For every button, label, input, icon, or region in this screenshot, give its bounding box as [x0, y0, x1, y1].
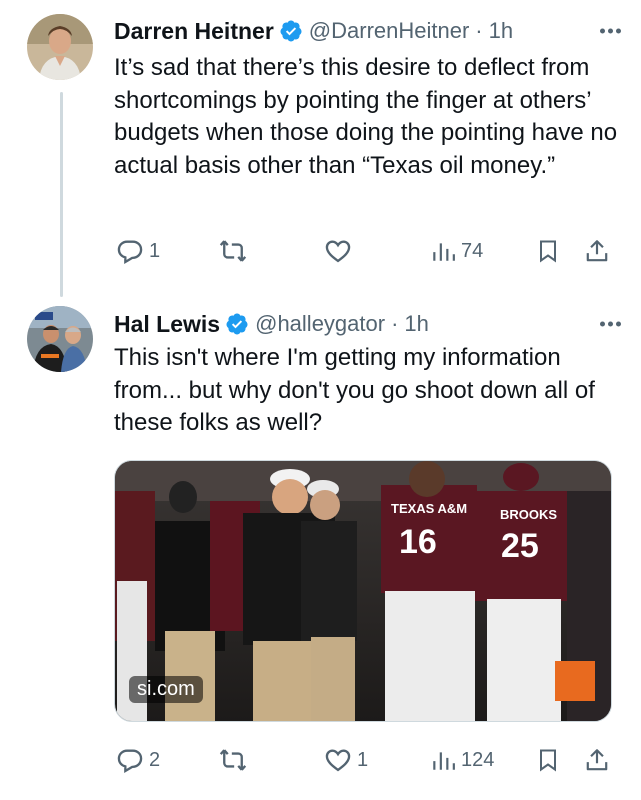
retweet-button[interactable] — [218, 234, 253, 268]
reply-icon — [117, 240, 143, 265]
views-button[interactable]: 124 — [430, 743, 494, 777]
tweet-text: This isn't where I'm getting my informat… — [114, 344, 595, 436]
reply-button[interactable]: 1 — [116, 234, 160, 268]
like-button[interactable]: 1 — [324, 743, 368, 777]
views-button[interactable]: 74 — [430, 234, 483, 268]
verified-badge-icon — [226, 313, 248, 335]
tweet-1[interactable]: Darren Heitner @DarrenHeitner · 1h It’s … — [0, 0, 641, 290]
like-button[interactable] — [324, 234, 357, 268]
views-count: 74 — [461, 239, 484, 262]
views-count: 124 — [461, 748, 495, 771]
tweet-header: Hal Lewis @halleygator · 1h — [114, 308, 621, 340]
views-icon — [433, 752, 455, 770]
svg-text:16: 16 — [399, 523, 437, 561]
timestamp[interactable]: 1h — [489, 18, 513, 44]
like-icon — [325, 749, 351, 772]
retweet-icon — [219, 240, 247, 262]
svg-text:25: 25 — [501, 527, 539, 565]
like-icon — [325, 240, 351, 263]
reply-icon — [117, 749, 143, 774]
like-count: 1 — [357, 748, 369, 771]
separator-dot: · — [391, 311, 399, 336]
reply-count: 1 — [149, 239, 161, 262]
bookmark-button[interactable] — [536, 743, 560, 777]
bookmark-icon — [540, 749, 556, 772]
tweet-header: Darren Heitner @DarrenHeitner · 1h — [114, 15, 621, 47]
share-icon — [586, 240, 608, 262]
svg-text:BROOKS: BROOKS — [500, 507, 557, 522]
views-icon — [433, 243, 455, 261]
bookmark-icon — [540, 240, 556, 263]
share-icon — [586, 749, 608, 771]
avatar[interactable] — [27, 306, 93, 372]
verified-badge-icon — [280, 20, 302, 42]
retweet-icon — [219, 749, 247, 771]
svg-text:TEXAS A&M: TEXAS A&M — [391, 501, 467, 516]
author-name[interactable]: Darren Heitner — [114, 18, 274, 45]
reply-count: 2 — [149, 748, 161, 771]
tweet-actions: 2 1 124 — [114, 743, 614, 777]
more-icon[interactable] — [600, 321, 621, 327]
avatar[interactable] — [27, 14, 93, 80]
retweet-button[interactable] — [218, 743, 253, 777]
media-source-label: si.com — [129, 676, 203, 703]
separator-dot: · — [475, 18, 483, 43]
author-name[interactable]: Hal Lewis — [114, 311, 220, 338]
share-button[interactable] — [584, 743, 610, 777]
author-handle[interactable]: @DarrenHeitner — [309, 18, 470, 44]
author-handle[interactable]: @halleygator — [255, 311, 385, 337]
timestamp[interactable]: 1h — [404, 311, 428, 337]
media-image[interactable]: TEXAS A&M 16 BROOKS 25 si.com — [114, 460, 612, 722]
tweet-actions: 1 74 — [114, 234, 614, 268]
tweet-text: It’s sad that there’s this desire to def… — [114, 54, 618, 179]
share-button[interactable] — [584, 234, 610, 268]
reply-button[interactable]: 2 — [116, 743, 160, 777]
more-icon[interactable] — [600, 28, 621, 34]
bookmark-button[interactable] — [536, 234, 560, 268]
